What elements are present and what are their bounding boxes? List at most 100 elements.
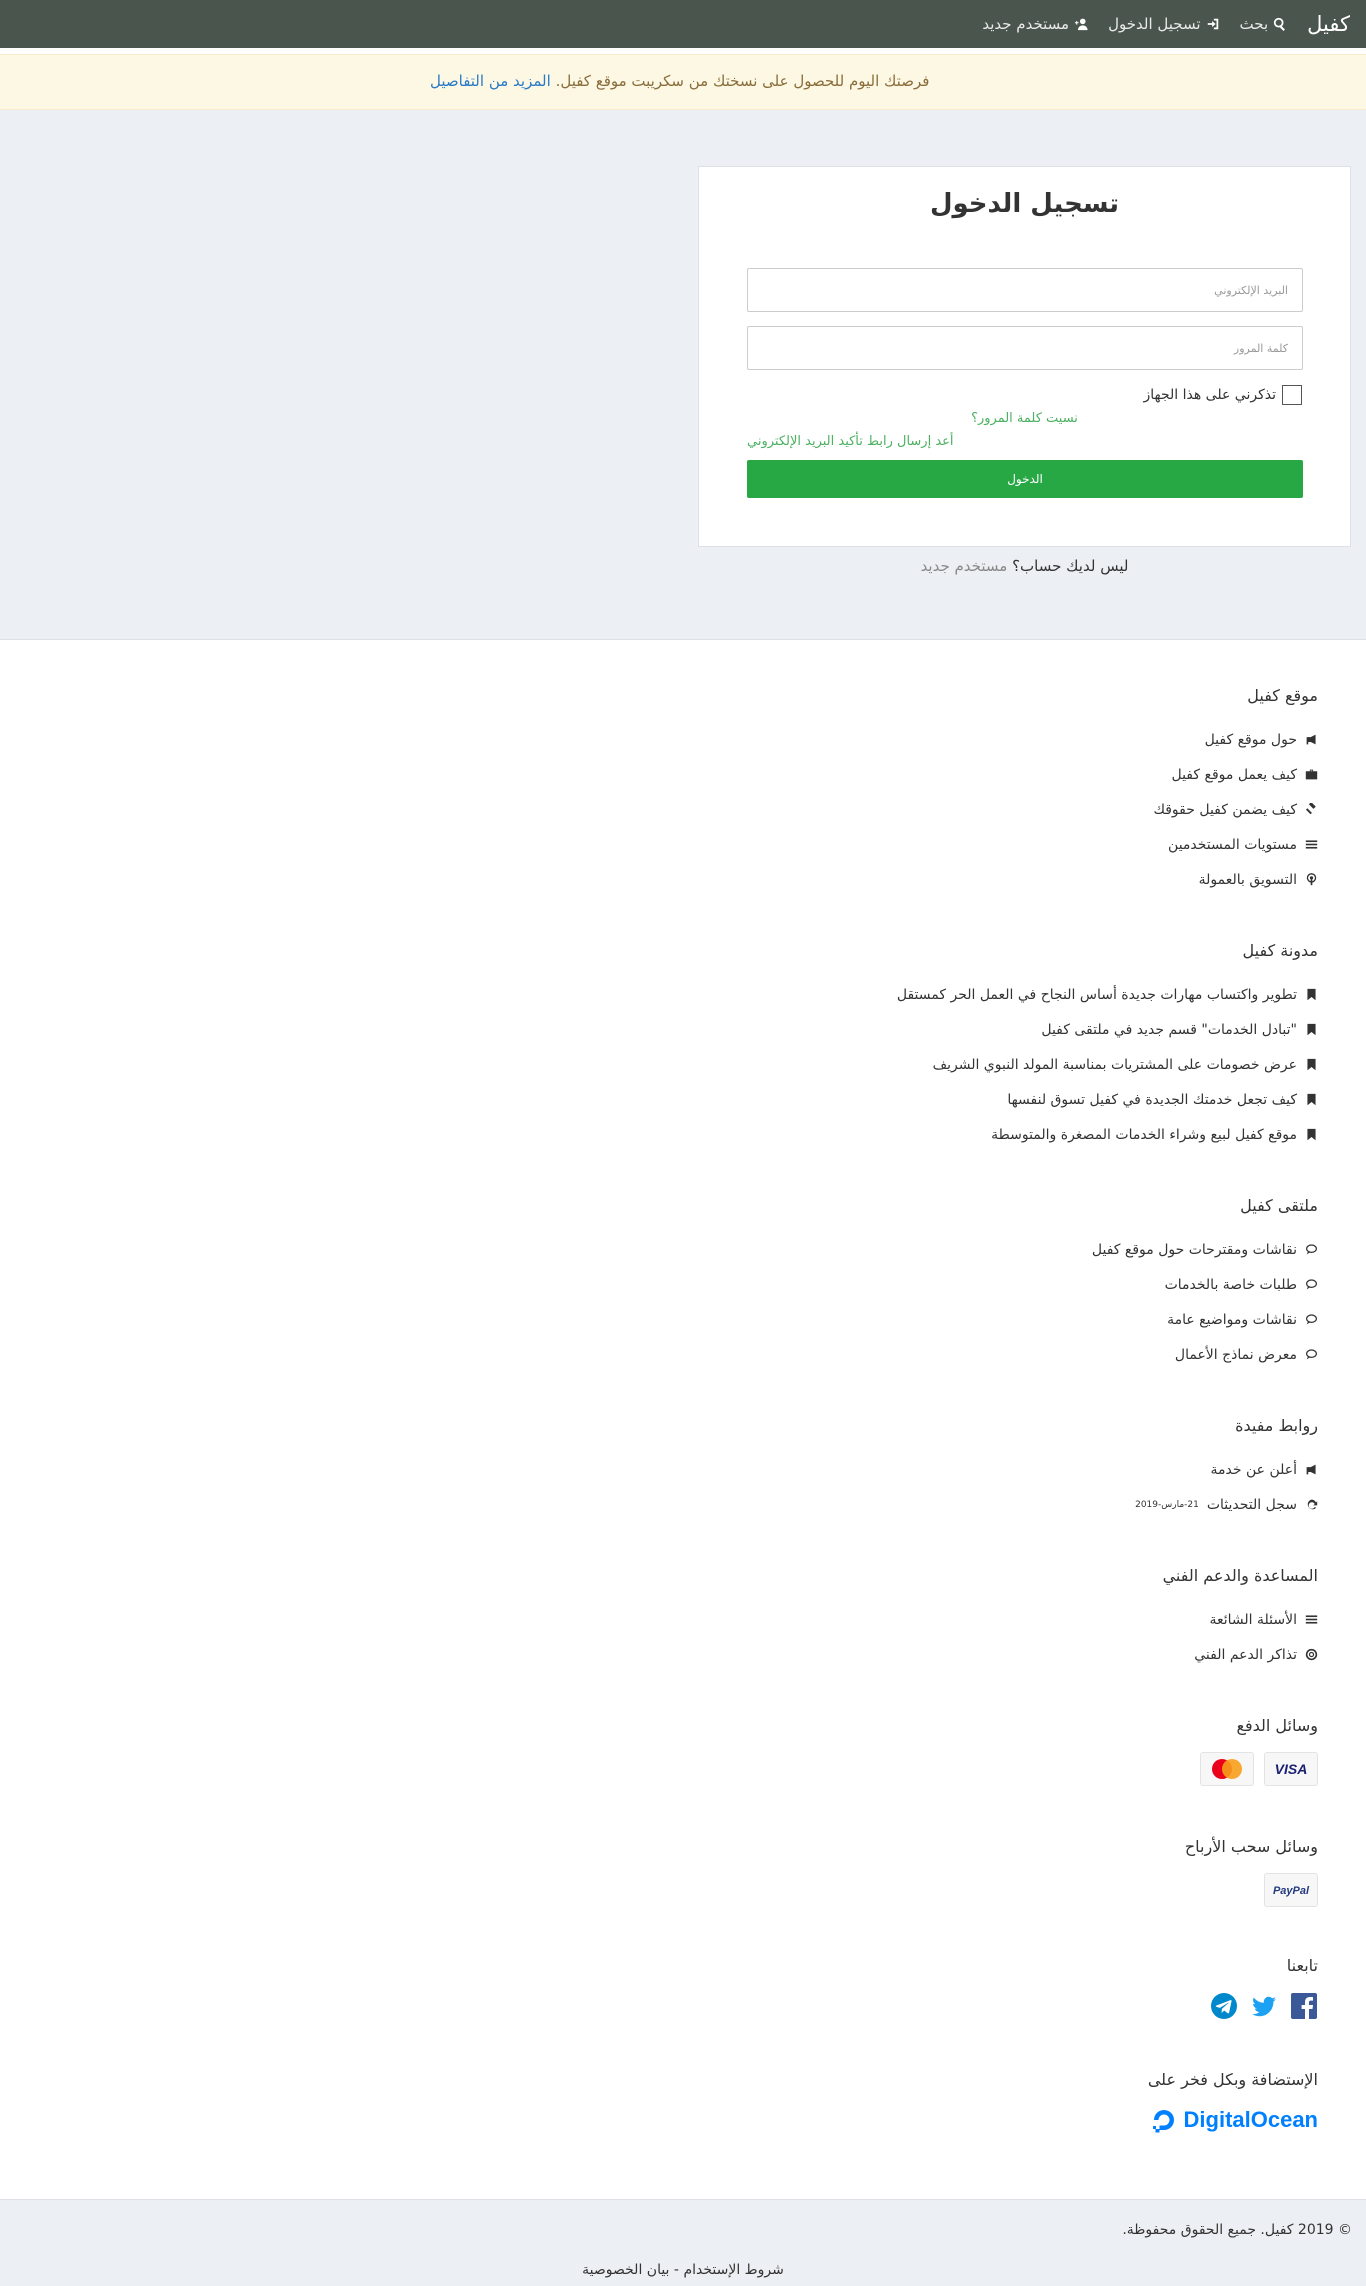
digitalocean-logo[interactable]: DigitalOcean (518, 2106, 1318, 2134)
footer-site-link[interactable]: كيف يضمن كفيل حقوقك (1153, 802, 1297, 818)
login-section: تسجيل الدخول تذكرني على هذا الجهاز نسيت … (0, 110, 1366, 640)
bookmark-icon (1307, 1023, 1316, 1036)
footer-withdraw-section: وسائل سحب الأرباح PayPal (518, 1837, 1318, 1907)
footer-forum-item[interactable]: نقاشات ومقترحات حول موقع كفيل (518, 1232, 1318, 1267)
comments-icon (1306, 1349, 1317, 1360)
footer-blog-item[interactable]: "تبادل الخدمات" قسم جديد في ملتقى كفيل (518, 1012, 1318, 1047)
footer-payment-title: وسائل الدفع (1236, 1716, 1318, 1735)
footer-forum-section: ملتقى كفيل نقاشات ومقترحات حول موقع كفيل… (518, 1196, 1318, 1372)
terms-link[interactable]: شروط الإستخدام (683, 2262, 783, 2278)
comments-icon (1306, 1279, 1317, 1290)
legal-links: شروط الإستخدام - بيان الخصوصية (0, 2262, 1366, 2278)
footer-support-item[interactable]: تذاكر الدعم الفني (518, 1637, 1318, 1672)
telegram-icon[interactable] (1210, 1992, 1238, 2024)
remember-me-row[interactable]: تذكرني على هذا الجهاز (1143, 385, 1302, 405)
footer-forum-link[interactable]: نقاشات ومواضيع عامة (1167, 1312, 1297, 1328)
resend-confirmation-link[interactable]: أعد إرسال رابط تأكيد البريد الإلكتروني (747, 434, 954, 449)
footer-site-link[interactable]: مستويات المستخدمين (1168, 837, 1297, 853)
life-ring-icon (1305, 1648, 1318, 1661)
login-button[interactable]: الدخول (747, 460, 1303, 498)
briefcase-icon (1305, 769, 1318, 780)
support-tickets-link[interactable]: تذاكر الدعم الفني (1194, 1647, 1297, 1663)
footer-links-item[interactable]: أعلن عن خدمة (518, 1452, 1318, 1487)
login-title: تسجيل الدخول (929, 189, 1120, 219)
faq-link[interactable]: الأسئلة الشائعة (1210, 1612, 1298, 1628)
refresh-icon (1307, 1499, 1318, 1510)
facebook-icon[interactable] (1290, 1992, 1318, 2024)
changelog-link[interactable]: سجل التحديثات (1207, 1497, 1297, 1513)
footer-blog-item[interactable]: موقع كفيل لبيع وشراء الخدمات المصغرة وال… (518, 1117, 1318, 1152)
bullhorn-icon (1306, 1464, 1316, 1475)
footer-site-link[interactable]: حول موقع كفيل (1205, 732, 1297, 748)
footer-support-item[interactable]: الأسئلة الشائعة (518, 1602, 1318, 1637)
bottom-bar: © 2019 كفيل. جميع الحقوق محفوظة. شروط ال… (0, 2199, 1366, 2286)
footer-site-item[interactable]: حول موقع كفيل (518, 722, 1318, 757)
no-account-text: ليس لديك حساب؟ (1012, 557, 1129, 575)
footer-blog-link[interactable]: تطوير واكتساب مهارات جديدة أساس النجاح ف… (897, 987, 1297, 1003)
footer-support-section: المساعدة والدعم الفني الأسئلة الشائعة تذ… (518, 1566, 1318, 1672)
footer-blog-link[interactable]: كيف تجعل خدمتك الجديدة في كفيل تسوق لنفس… (1007, 1092, 1297, 1108)
footer-blog-item[interactable]: تطوير واكتساب مهارات جديدة أساس النجاح ف… (518, 977, 1318, 1012)
legal-separator: - (673, 2262, 679, 2278)
footer-forum-item[interactable]: نقاشات ومواضيع عامة (518, 1302, 1318, 1337)
footer-site-section: موقع كفيل حول موقع كفيل كيف يعمل موقع كف… (518, 686, 1318, 897)
bookmark-icon (1307, 1058, 1316, 1071)
footer-forum-title: ملتقى كفيل (1240, 1196, 1318, 1215)
footer-site-link[interactable]: التسويق بالعمولة (1199, 872, 1297, 888)
digitalocean-wordmark: DigitalOcean (1183, 2107, 1318, 2132)
privacy-link[interactable]: بيان الخصوصية (582, 2262, 669, 2278)
footer-blog-link[interactable]: "تبادل الخدمات" قسم جديد في ملتقى كفيل (1041, 1022, 1297, 1038)
footer-blog-link[interactable]: موقع كفيل لبيع وشراء الخدمات المصغرة وال… (991, 1127, 1297, 1143)
footer-blog-link[interactable]: عرض خصومات على المشتريات بمناسبة المولد … (933, 1057, 1297, 1073)
sign-in-icon (1207, 18, 1218, 30)
remember-me-label: تذكرني على هذا الجهاز (1143, 387, 1276, 403)
banner-more-link[interactable]: المزيد من التفاصيل (430, 72, 551, 90)
nav-search-label: بحث (1239, 15, 1269, 33)
footer-blog-section: مدونة كفيل تطوير واكتساب مهارات جديدة أس… (518, 941, 1318, 1152)
footer-site-item[interactable]: التسويق بالعمولة (518, 862, 1318, 897)
nav-search-link[interactable]: بحث (1240, 15, 1288, 33)
mastercard-icon (1200, 1752, 1254, 1786)
comments-icon (1306, 1244, 1317, 1255)
footer-links-item[interactable]: سجل التحديثات 21-مارس-2019 (518, 1487, 1318, 1522)
footer-site-item[interactable]: مستويات المستخدمين (518, 827, 1318, 862)
footer-site-item[interactable]: كيف يضمن كفيل حقوقك (518, 792, 1318, 827)
footer-follow-section: تابعنا (518, 1956, 1318, 2024)
search-icon (1274, 17, 1286, 31)
signup-prompt: ليس لديك حساب؟ مستخدم جديد (698, 557, 1351, 575)
footer-blog-item[interactable]: كيف تجعل خدمتك الجديدة في كفيل تسوق لنفس… (518, 1082, 1318, 1117)
footer-forum-link[interactable]: نقاشات ومقترحات حول موقع كفيل (1092, 1242, 1297, 1258)
nav-register-link[interactable]: مستخدم جديد (982, 15, 1088, 33)
footer-links-title: روابط مفيدة (1235, 1416, 1318, 1435)
signup-link[interactable]: مستخدم جديد (921, 557, 1008, 575)
bookmark-icon (1307, 1093, 1316, 1106)
user-plus-icon (1074, 18, 1088, 31)
podcast-icon (1306, 873, 1317, 886)
email-field[interactable] (747, 268, 1303, 312)
bookmark-icon (1307, 1128, 1316, 1141)
footer-forum-link[interactable]: معرض نماذج الأعمال (1175, 1347, 1297, 1363)
paypal-icon: PayPal (1264, 1873, 1318, 1907)
footer-site-item[interactable]: كيف يعمل موقع كفيل (518, 757, 1318, 792)
advertise-link[interactable]: أعلن عن خدمة (1211, 1462, 1297, 1478)
footer-forum-item[interactable]: طلبات خاصة بالخدمات (518, 1267, 1318, 1302)
twitter-icon[interactable] (1250, 1992, 1278, 2024)
login-card: تسجيل الدخول تذكرني على هذا الجهاز نسيت … (698, 166, 1351, 547)
bullhorn-icon (1306, 734, 1316, 745)
forgot-password-link[interactable]: نسيت كلمة المرور؟ (699, 411, 1350, 426)
footer-withdraw-title: وسائل سحب الأرباح (1184, 1837, 1318, 1856)
footer-forum-link[interactable]: طلبات خاصة بالخدمات (1165, 1277, 1297, 1293)
digitalocean-icon (1152, 2110, 1174, 2133)
list-icon (1305, 840, 1318, 849)
visa-icon: VISA (1264, 1752, 1318, 1786)
copyright-text: © 2019 كفيل. جميع الحقوق محفوظة. (1122, 2222, 1352, 2238)
footer-blog-item[interactable]: عرض خصومات على المشتريات بمناسبة المولد … (518, 1047, 1318, 1082)
banner-text: فرصتك اليوم للحصول على نسختك من سكريبت م… (555, 72, 930, 90)
svg-text:VISA: VISA (1275, 1761, 1308, 1777)
nav-login-link[interactable]: تسجيل الدخول (1108, 15, 1219, 33)
footer-site-link[interactable]: كيف يعمل موقع كفيل (1171, 767, 1297, 783)
footer-forum-item[interactable]: معرض نماذج الأعمال (518, 1337, 1318, 1372)
remember-me-checkbox[interactable] (1282, 385, 1302, 405)
password-field[interactable] (747, 326, 1303, 370)
brand-logo[interactable]: كفيل (1307, 12, 1350, 36)
